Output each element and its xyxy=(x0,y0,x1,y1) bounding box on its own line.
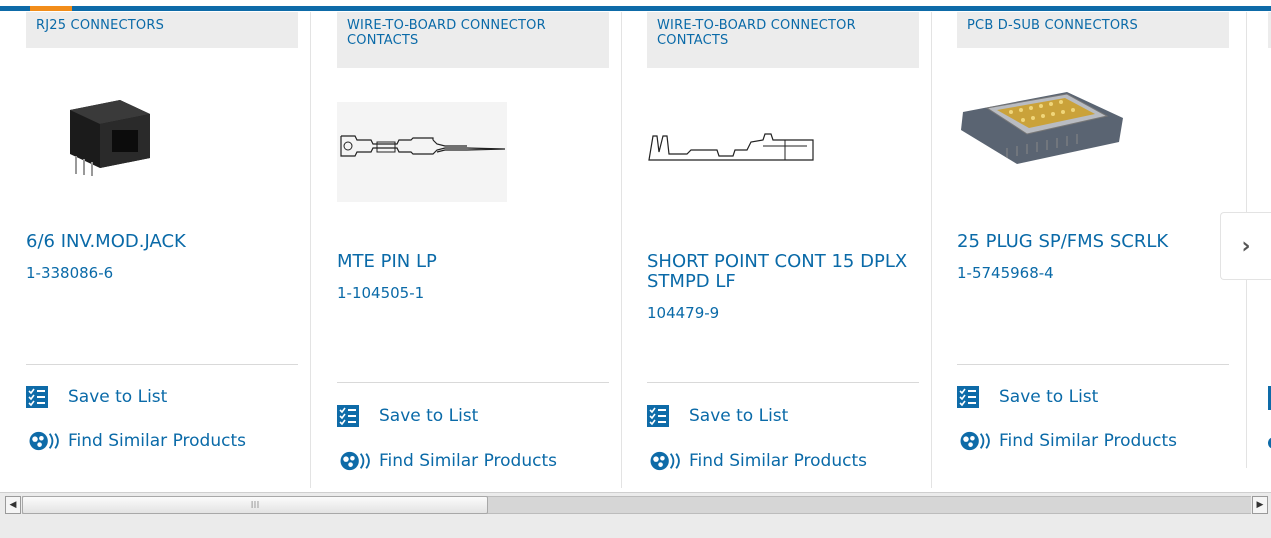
save-to-list-button[interactable]: Save to List xyxy=(647,405,788,427)
part-number[interactable]: 1-338086-6 xyxy=(26,264,113,282)
product-title[interactable]: 6/6 INV.MOD.JACK xyxy=(26,232,296,252)
save-to-list-label: Save to List xyxy=(689,406,789,426)
card-divider xyxy=(26,364,298,365)
product-category[interactable]: WIRE-TO-BOARD CONNECTOR CONTACTS xyxy=(337,12,609,68)
card-divider xyxy=(337,382,609,383)
save-to-list-label: Save to List xyxy=(379,406,479,426)
checklist-icon xyxy=(337,405,359,427)
product-image-socket-contact[interactable] xyxy=(647,112,817,212)
top-blue-rule xyxy=(0,6,1271,11)
card-divider xyxy=(647,382,919,383)
scroll-left-icon: ◀ xyxy=(9,500,17,510)
find-similar-button[interactable]: Find Similar Products xyxy=(26,430,246,452)
find-similar-label: Find Similar Products xyxy=(999,431,1177,451)
carousel-next-button[interactable]: › xyxy=(1220,212,1271,280)
chevron-right-icon: › xyxy=(1241,233,1251,259)
checklist-icon xyxy=(647,405,669,427)
save-to-list-label: Save to List xyxy=(68,387,168,407)
product-category[interactable]: PCB D-SUB CONNECTORS xyxy=(957,12,1229,48)
part-number[interactable]: 104479-9 xyxy=(647,304,719,322)
find-similar-label: Find Similar Products xyxy=(68,431,246,451)
product-title[interactable]: SHORT POINT CONT 15 DPLX STMPD LF xyxy=(647,252,917,292)
scroll-right-icon: ▶ xyxy=(1256,500,1264,510)
window-bottom-area xyxy=(0,518,1271,538)
active-indicator xyxy=(30,6,72,11)
product-category[interactable]: RJ25 CONNECTORS xyxy=(26,12,298,48)
scrollbar-grip-icon: III xyxy=(250,499,260,511)
find-similar-icon xyxy=(960,431,990,451)
scroll-left-button[interactable]: ◀ xyxy=(5,496,21,514)
part-number[interactable]: 1-104505-1 xyxy=(337,284,424,302)
scroll-right-button[interactable]: ▶ xyxy=(1252,496,1268,514)
checklist-icon xyxy=(26,386,48,408)
product-image-rj25-jack[interactable] xyxy=(40,80,210,180)
find-similar-button[interactable]: Find Similar Products xyxy=(647,450,867,472)
save-to-list-label: Save to List xyxy=(999,387,1099,407)
find-similar-icon xyxy=(650,451,680,471)
horizontal-scrollbar[interactable]: ◀ III ▶ xyxy=(0,492,1271,518)
save-to-list-button[interactable]: Save to List xyxy=(26,386,167,408)
top-accent-bar xyxy=(0,0,1271,12)
product-card: WIRE-TO-BOARD CONNECTOR CONTACTS MTE PIN… xyxy=(311,12,622,488)
product-image-pin-contact[interactable] xyxy=(337,102,507,202)
product-title[interactable]: MTE PIN LP xyxy=(337,252,607,272)
product-title[interactable]: 25 PLUG SP/FMS SCRLK xyxy=(957,232,1227,252)
save-to-list-button[interactable]: Save to List xyxy=(957,386,1098,408)
find-similar-icon xyxy=(340,451,370,471)
find-similar-label: Find Similar Products xyxy=(379,451,557,471)
find-similar-label: Find Similar Products xyxy=(689,451,867,471)
product-card: RJ25 CONNECTORS 6/6 INV.MOD.JACK 1-33808… xyxy=(0,12,311,488)
product-card: PCB D-SUB CONNECTORS 25 PLUG SP/FMS SCRL… xyxy=(931,12,1241,468)
card-divider xyxy=(957,364,1229,365)
product-category[interactable]: WIRE-TO-BOARD CONNECTOR CONTACTS xyxy=(647,12,919,68)
find-similar-button[interactable]: Find Similar Products xyxy=(957,430,1177,452)
save-to-list-button[interactable]: Save to List xyxy=(337,405,478,427)
find-similar-icon xyxy=(29,431,59,451)
checklist-icon xyxy=(957,386,979,408)
scrollbar-thumb[interactable]: III xyxy=(22,496,488,514)
part-number[interactable]: 1-5745968-4 xyxy=(957,264,1054,282)
product-card: WIRE-TO-BOARD CONNECTOR CONTACTS SHORT P… xyxy=(621,12,932,488)
product-image-dsub-connector[interactable] xyxy=(957,78,1127,178)
find-similar-button[interactable]: Find Similar Products xyxy=(337,450,557,472)
